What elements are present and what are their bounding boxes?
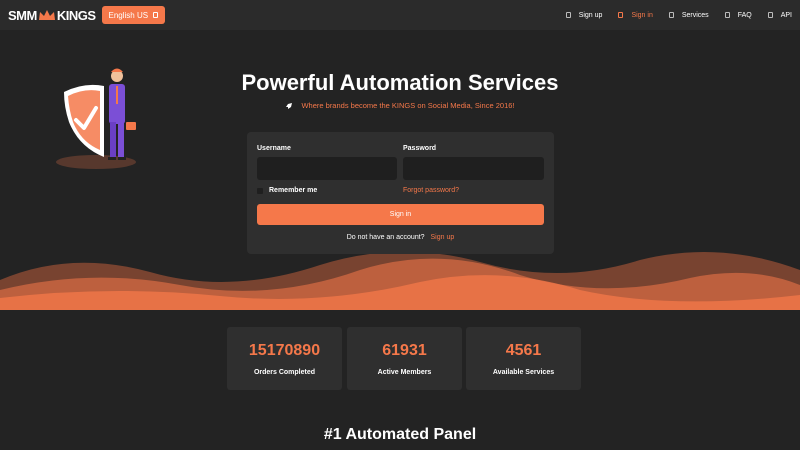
stats-section: 15170890 Orders Completed 61931 Active M… [0,310,800,450]
nav-item-label: Services [681,11,709,19]
nav-item-signup[interactable]: Sign up [565,11,603,19]
nav-item-signin[interactable]: Sign in [618,11,653,19]
hero-subtitle: Where brands become the KINGS on Social … [0,101,800,110]
remember-me[interactable]: Remember me [257,187,317,194]
sign-up-link[interactable]: Sign up [431,234,455,241]
api-icon [767,12,773,18]
stat-label: Orders Completed [253,369,316,376]
nav-item-label: Sign up [578,11,603,19]
crown-icon [38,10,55,20]
password-label: Password [403,145,437,152]
section-title: #1 Automated Panel [323,426,477,443]
flag-icon [153,12,159,18]
rocket-icon [286,102,293,109]
no-account-row: Do not have an account? Sign up [247,234,554,241]
forgot-password-link[interactable]: Forgot password? [403,187,459,194]
stat-card-orders: 15170890 Orders Completed [227,327,342,390]
language-label: English US [108,10,149,20]
nav-item-faq[interactable]: FAQ [724,11,752,19]
language-button[interactable]: English US [101,6,166,24]
logo-right-text: KINGS [56,7,96,23]
services-icon [668,12,674,18]
no-account-text: Do not have an account? [346,234,425,241]
signup-icon [565,12,571,18]
stat-label: Available Services [492,369,555,376]
stat-card-members: 61931 Active Members [347,327,462,390]
login-card: Username Password Remember me Forgot pas… [247,132,554,254]
hero-subtitle-text: Where brands become the KINGS on Social … [301,101,515,110]
password-input[interactable] [403,157,544,180]
stat-label: Active Members [377,369,432,376]
signin-icon [618,12,624,18]
nav-item-label: Sign in [631,11,653,19]
stat-value: 15170890 [248,342,321,359]
logo-left-text: SMM [8,7,37,23]
sign-in-button[interactable]: Sign in [257,204,544,225]
stat-value: 4561 [505,342,542,359]
stat-value: 61931 [382,342,427,359]
username-input[interactable] [257,157,397,180]
checkbox-icon[interactable] [257,187,263,194]
navbar: SMM KINGS English US Sign up Sign in Ser… [0,0,800,30]
nav-item-api[interactable]: API [767,11,792,19]
username-label: Username [257,145,291,152]
faq-icon [724,12,730,18]
nav-item-label: FAQ [737,11,752,19]
remember-label: Remember me [269,187,318,194]
hero-title: Powerful Automation Services [241,70,559,95]
nav-item-label: API [780,11,792,19]
nav-links: Sign up Sign in Services FAQ API [550,12,792,19]
stat-card-services: 4561 Available Services [466,327,581,390]
logo[interactable]: SMM KINGS [8,8,96,23]
nav-item-services[interactable]: Services [668,11,709,19]
